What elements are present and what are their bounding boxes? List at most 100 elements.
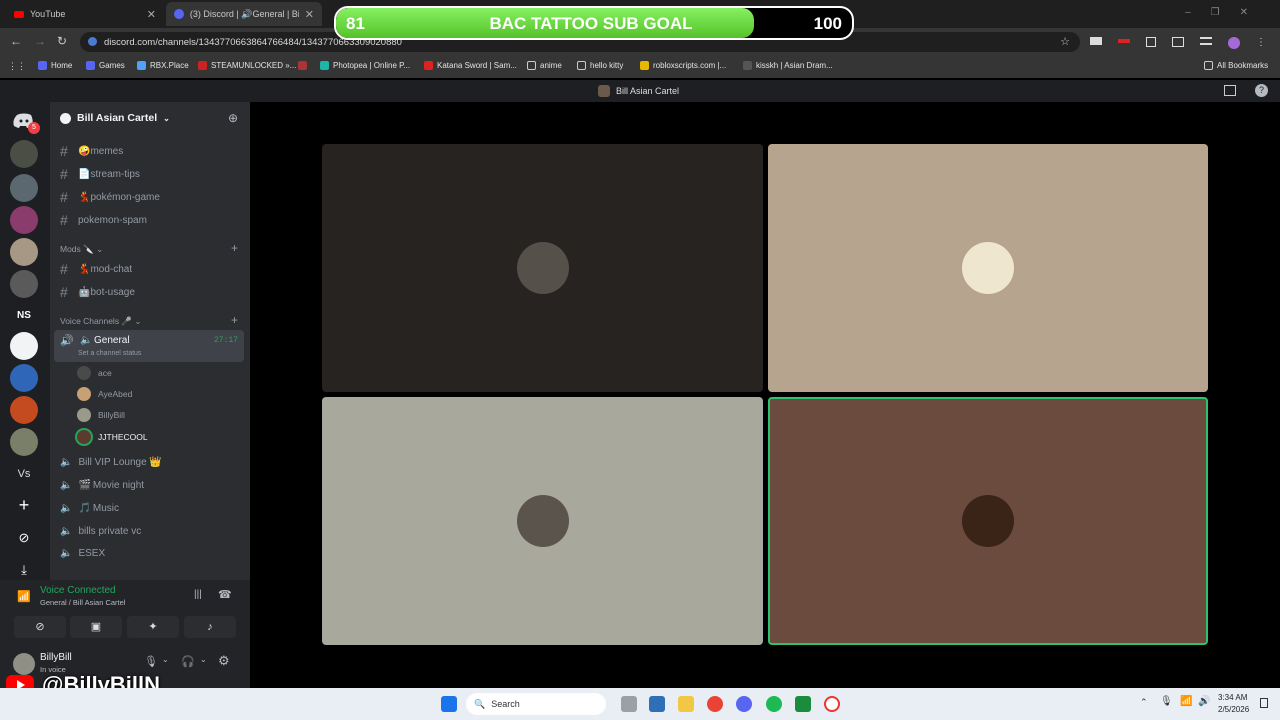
add-server-icon[interactable]: + xyxy=(10,492,38,520)
spotify-icon[interactable] xyxy=(766,696,782,712)
server-icon[interactable]: Vs xyxy=(10,460,38,488)
clock-date[interactable]: 2/5/2026 xyxy=(1218,705,1249,714)
close-icon[interactable]: ✕ xyxy=(305,8,314,21)
add-channel-icon[interactable]: + xyxy=(231,241,238,255)
category-mods[interactable]: Mods 🔪 ⌄ xyxy=(60,244,103,255)
screen-share-button[interactable]: ▣ xyxy=(70,616,122,638)
category-voice[interactable]: Voice Channels 🎤 ⌄ xyxy=(60,316,142,327)
channel-item[interactable]: # 💃 pokémon-game xyxy=(60,189,160,205)
headphones-icon[interactable]: 🎧 xyxy=(181,655,195,668)
app-icon[interactable] xyxy=(795,696,811,712)
menu-icon[interactable]: ⋮ xyxy=(1256,37,1266,49)
server-icon[interactable] xyxy=(10,174,38,202)
channel-item[interactable]: # pokemon-spam xyxy=(60,212,147,228)
server-icon[interactable]: NS xyxy=(10,302,38,330)
voice-member[interactable]: JJTHECOOL xyxy=(77,430,148,444)
channel-item[interactable]: # 🤪 memes xyxy=(60,143,123,159)
voice-member[interactable]: AyeAbed xyxy=(77,387,132,401)
bookmark-item[interactable]: Games xyxy=(86,61,125,70)
channel-item[interactable]: # 🤖 bot-usage xyxy=(60,284,135,300)
clock-time[interactable]: 3:34 AM xyxy=(1218,693,1247,702)
bookmark-item[interactable]: anime xyxy=(527,61,562,70)
extension-icon[interactable] xyxy=(1090,37,1102,45)
voice-location[interactable]: General / Bill Asian Cartel xyxy=(40,598,125,607)
voice-member[interactable]: BillyBill xyxy=(77,408,125,422)
participant-tile[interactable] xyxy=(322,397,763,645)
forward-icon[interactable]: → xyxy=(34,34,46,48)
chrome-icon[interactable] xyxy=(707,696,723,712)
add-channel-icon[interactable]: + xyxy=(231,313,238,327)
cast-icon[interactable] xyxy=(1172,37,1184,47)
participant-tile[interactable] xyxy=(322,144,763,392)
server-icon[interactable] xyxy=(10,140,38,168)
server-icon[interactable] xyxy=(10,332,38,360)
microphone-icon[interactable]: 🎙 xyxy=(144,655,158,668)
media-icon[interactable] xyxy=(1200,37,1212,45)
server-icon[interactable] xyxy=(10,364,38,392)
opera-icon[interactable] xyxy=(824,696,840,712)
voice-channel-item[interactable]: 🔈 🎬 Movie night xyxy=(60,480,144,491)
extension-icon[interactable] xyxy=(1118,39,1130,43)
bookmark-item[interactable]: robloxscripts.com |... xyxy=(640,61,726,70)
bookmark-item[interactable]: hello kitty xyxy=(577,61,623,70)
settings-gear-icon[interactable]: ⚙ xyxy=(218,653,230,669)
camera-button[interactable]: ⊘ xyxy=(14,616,66,638)
site-info-icon[interactable] xyxy=(88,37,97,46)
voice-channel-general[interactable]: 🔊 🔈 General 27:17 Set a channel status xyxy=(54,330,244,362)
soundboard-button[interactable]: ♪ xyxy=(184,616,236,638)
signal-icon[interactable]: 📶 xyxy=(17,590,31,603)
discord-home-icon[interactable]: 5 xyxy=(10,106,40,134)
server-header[interactable]: Bill Asian Cartel ⌄ xyxy=(60,112,170,124)
folder-icon[interactable] xyxy=(678,696,694,712)
puzzle-icon[interactable] xyxy=(1146,37,1156,47)
tab-youtube[interactable]: YouTube ✕ xyxy=(6,4,164,24)
bookmark-item[interactable] xyxy=(298,61,307,70)
activities-button[interactable]: ✦ xyxy=(127,616,179,638)
all-bookmarks[interactable]: All Bookmarks xyxy=(1204,61,1268,70)
profile-avatar[interactable] xyxy=(1228,37,1240,49)
reload-icon[interactable]: ↻ xyxy=(57,34,67,48)
back-icon[interactable]: ← xyxy=(10,34,22,48)
compass-icon[interactable]: ⊘ xyxy=(10,524,38,552)
wifi-icon[interactable]: 📶 xyxy=(1180,696,1192,707)
bookmark-item[interactable]: Home xyxy=(38,61,72,70)
bookmark-item[interactable]: RBX.Place xyxy=(137,61,189,70)
microphone-icon[interactable]: 🎙 xyxy=(1160,696,1173,707)
star-icon[interactable]: ☆ xyxy=(1060,35,1070,48)
channel-status[interactable]: Set a channel status xyxy=(78,350,141,357)
chevron-down-icon[interactable]: ⌄ xyxy=(162,655,169,664)
app-icon[interactable] xyxy=(649,696,665,712)
voice-channel-item[interactable]: 🔈 🎵 Music xyxy=(60,503,119,514)
chevron-up-icon[interactable]: ⌃ xyxy=(1140,697,1148,708)
voice-channel-item[interactable]: 🔈 bills private vc xyxy=(60,526,141,537)
server-icon[interactable] xyxy=(10,238,38,266)
server-icon[interactable] xyxy=(10,206,38,234)
participant-tile[interactable] xyxy=(768,144,1208,392)
bookmark-item[interactable]: Katana Sword | Sam... xyxy=(424,61,517,70)
windows-start-icon[interactable] xyxy=(441,696,457,712)
taskbar-search[interactable]: 🔍 Search xyxy=(466,693,606,715)
server-icon[interactable] xyxy=(10,428,38,456)
invite-icon[interactable]: ⊕ xyxy=(228,111,238,125)
window-controls[interactable]: –❐✕ xyxy=(1185,7,1268,18)
server-icon[interactable] xyxy=(10,396,38,424)
disconnect-icon[interactable]: ☎ xyxy=(218,588,232,601)
chevron-down-icon[interactable]: ⌄ xyxy=(200,655,207,664)
participant-tile-speaking[interactable] xyxy=(768,397,1208,645)
mouse-icon[interactable] xyxy=(621,696,637,712)
voice-member[interactable]: ace xyxy=(77,366,112,380)
inbox-icon[interactable] xyxy=(1224,85,1236,96)
tab-discord[interactable]: (3) Discord | 🔊General | Bil ✕ xyxy=(166,2,322,26)
volume-icon[interactable]: 🔊 xyxy=(1198,696,1210,707)
channel-item[interactable]: # 💃 mod-chat xyxy=(60,261,132,277)
close-icon[interactable]: ✕ xyxy=(147,8,156,21)
bookmark-item[interactable]: kisskh | Asian Dram... xyxy=(743,61,833,70)
discord-icon[interactable] xyxy=(736,696,752,712)
notification-icon[interactable] xyxy=(1260,698,1268,708)
help-icon[interactable]: ? xyxy=(1255,84,1268,97)
channel-item[interactable]: # 📄 stream-tips xyxy=(60,166,140,182)
server-icon[interactable] xyxy=(10,270,38,298)
apps-icon[interactable]: ⋮⋮ xyxy=(8,61,26,72)
bookmark-item[interactable]: Photopea | Online P... xyxy=(320,61,410,70)
voice-channel-item[interactable]: 🔈 Bill VIP Lounge 👑 xyxy=(60,457,162,468)
